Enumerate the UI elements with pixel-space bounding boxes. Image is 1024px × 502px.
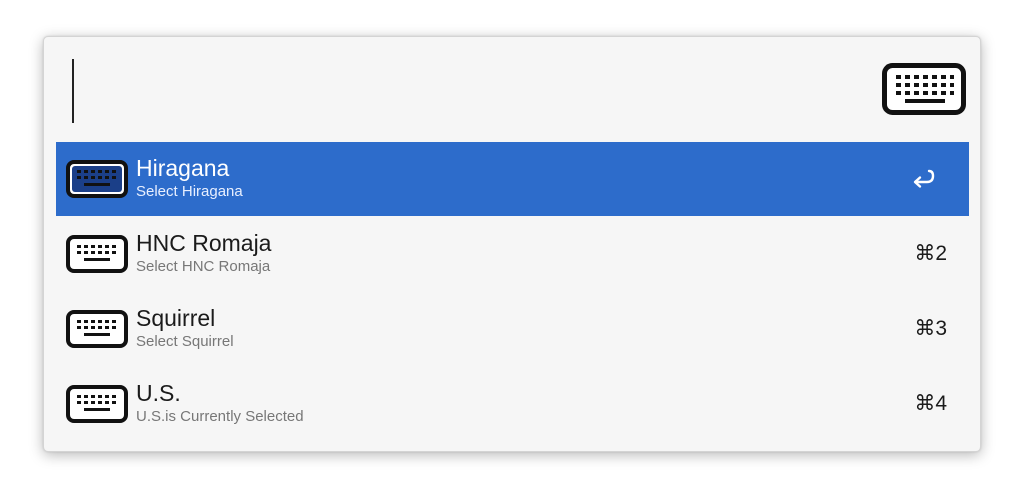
keyboard-icon (66, 235, 128, 273)
result-row-hiragana[interactable]: Hiragana Select Hiragana (56, 142, 969, 216)
search-input[interactable] (76, 59, 856, 123)
results-list: Hiragana Select Hiragana HNC Romaja Sele… (56, 142, 969, 442)
shortcut-label: ⌘2 (914, 242, 947, 265)
text-caret (72, 59, 74, 123)
search-bar (44, 37, 980, 141)
result-subtitle: U.S.is Currently Selected (136, 408, 304, 425)
shortcut-label: ⌘4 (914, 392, 947, 415)
result-row-hnc-romaja[interactable]: HNC Romaja Select HNC Romaja ⌘2 (56, 217, 969, 291)
result-row-squirrel[interactable]: Squirrel Select Squirrel ⌘3 (56, 292, 969, 366)
result-title: U.S. (136, 380, 181, 406)
result-title: Hiragana (136, 155, 230, 181)
result-subtitle: Select Squirrel (136, 333, 234, 350)
keyboard-icon (882, 63, 966, 115)
shortcut-label: ⌘3 (914, 317, 947, 340)
result-row-us[interactable]: U.S. U.S.is Currently Selected ⌘4 (56, 367, 969, 441)
result-subtitle: Select HNC Romaja (136, 258, 271, 275)
return-key-icon (911, 168, 935, 190)
result-subtitle: Select Hiragana (136, 183, 243, 200)
keyboard-icon (66, 160, 128, 198)
result-title: Squirrel (136, 305, 216, 331)
keyboard-icon (66, 310, 128, 348)
keyboard-icon (66, 385, 128, 423)
launcher-window: Hiragana Select Hiragana HNC Romaja Sele… (43, 36, 981, 452)
result-title: HNC Romaja (136, 230, 272, 256)
